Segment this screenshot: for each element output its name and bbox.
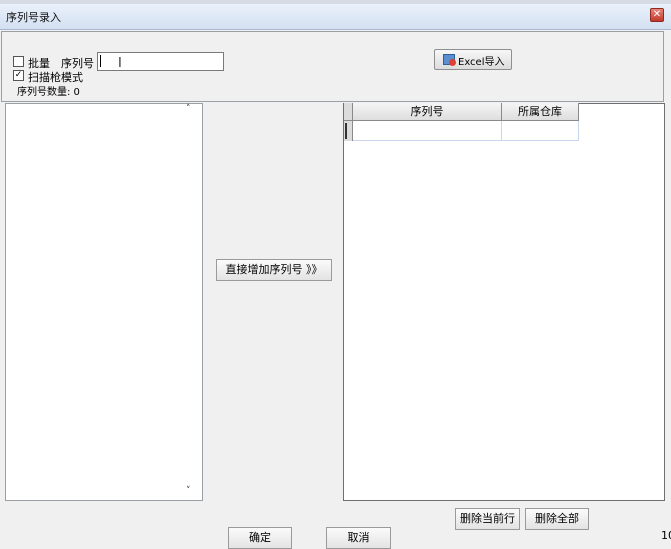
scroll-down-icon[interactable]: ˅ <box>186 486 191 496</box>
text-caret <box>100 55 101 67</box>
current-row-indicator <box>345 123 347 139</box>
grid-cell-serial[interactable] <box>353 121 502 141</box>
scroll-up-icon[interactable]: ˄ <box>186 104 191 114</box>
delete-all-button[interactable]: 删除全部 <box>525 508 589 530</box>
ibeam-cursor-icon: I <box>118 56 122 71</box>
batch-checkbox[interactable] <box>13 56 24 67</box>
window-title: 序列号录入 <box>6 11 61 24</box>
check-icon: ✓ <box>14 70 23 80</box>
excel-icon-badge <box>449 59 456 66</box>
serial-grid[interactable] <box>343 103 665 501</box>
column-header-serial[interactable]: 序列号 <box>353 103 502 121</box>
ok-button[interactable]: 确定 <box>228 527 292 549</box>
column-header-warehouse[interactable]: 所属仓库 <box>502 103 579 121</box>
excel-import-label: Excel导入 <box>458 57 505 68</box>
delete-current-row-button[interactable]: 删除当前行 <box>455 508 520 530</box>
serial-count: 序列号数量: 0 <box>17 87 80 98</box>
grid-cell-warehouse[interactable] <box>502 121 579 141</box>
excel-import-button[interactable]: Excel导入 <box>434 49 512 70</box>
grid-corner <box>344 103 353 121</box>
close-icon[interactable]: ✕ <box>650 8 664 22</box>
serial-list[interactable] <box>5 103 203 501</box>
scan-mode-checkbox[interactable]: ✓ <box>13 70 24 81</box>
cancel-button[interactable]: 取消 <box>326 527 391 549</box>
corner-text: 10 <box>661 529 671 542</box>
add-serial-button[interactable]: 直接增加序列号 》》 <box>216 259 332 281</box>
serial-input[interactable] <box>97 52 224 71</box>
title-bar: 序列号录入 <box>0 4 671 30</box>
